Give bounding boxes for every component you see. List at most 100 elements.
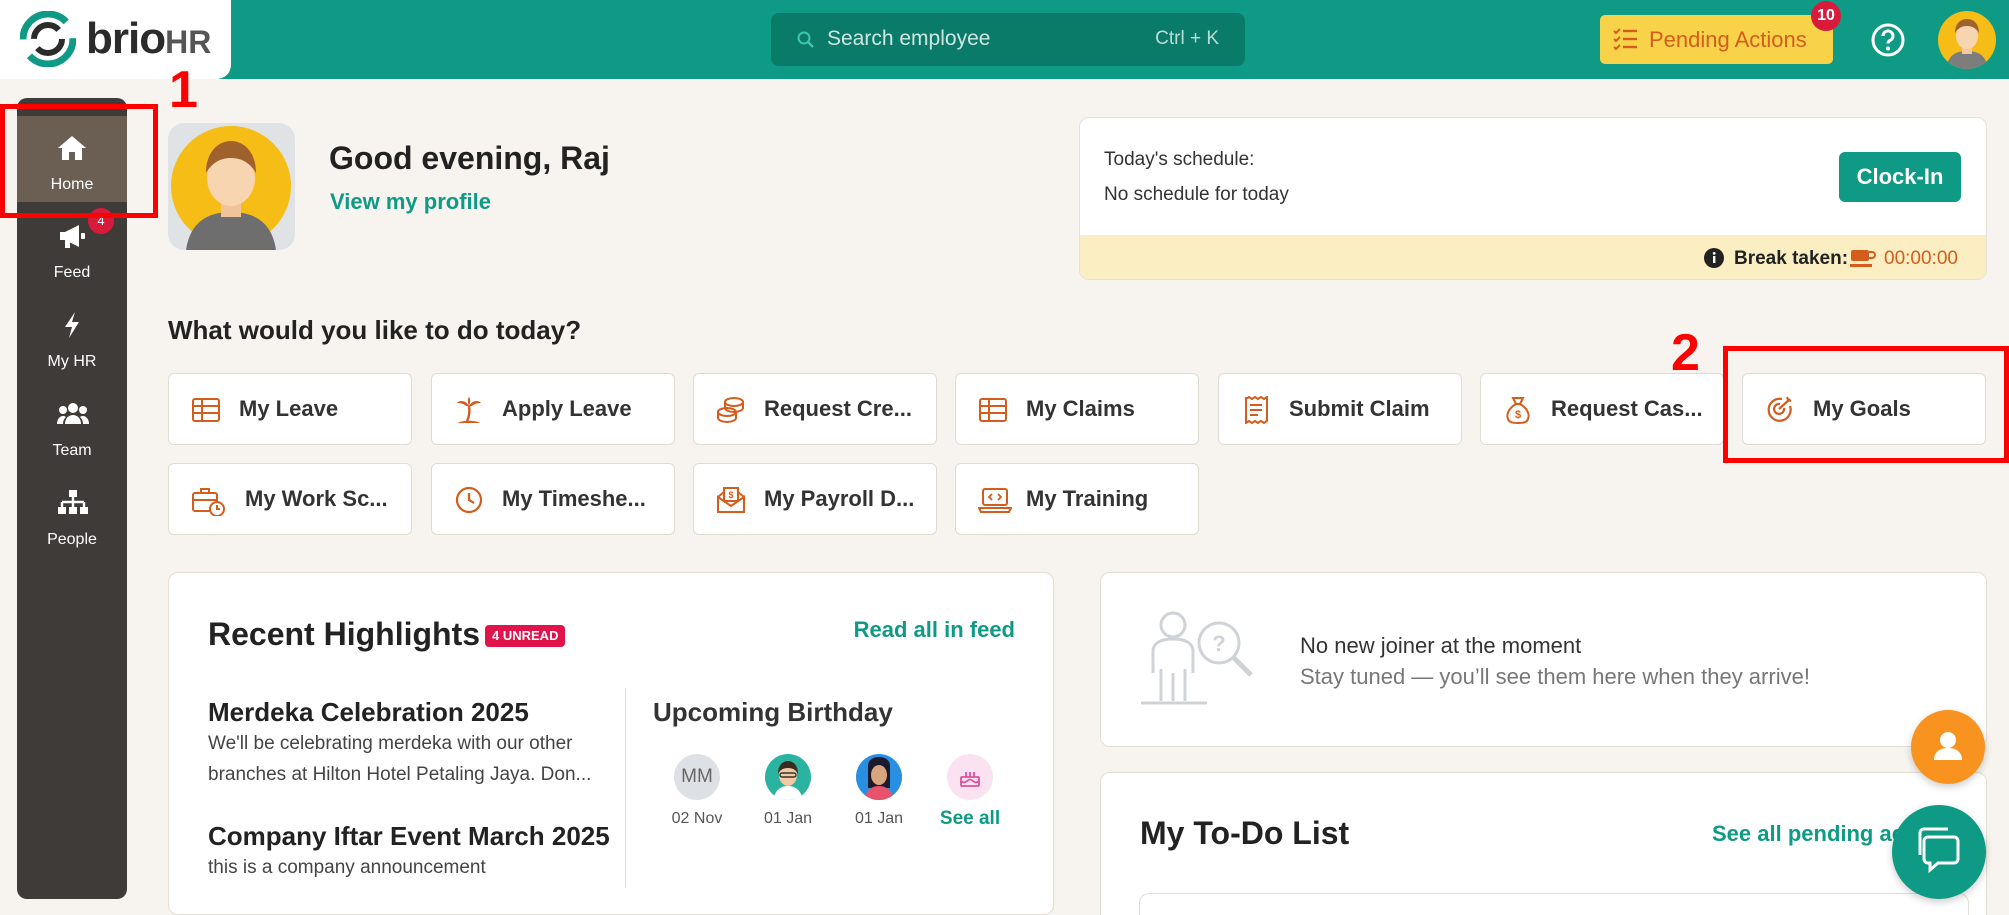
clock-in-button[interactable]: Clock-In: [1839, 152, 1961, 202]
birthday-person[interactable]: MM 02 Nov: [662, 754, 732, 828]
megaphone-icon: [60, 225, 85, 248]
tile-my-payroll[interactable]: $ My Payroll D...: [693, 463, 937, 535]
news-item-body: this is a company announcement: [208, 857, 486, 878]
birthday-person[interactable]: 01 Jan: [844, 754, 914, 828]
tile-label: My Payroll D...: [764, 486, 915, 511]
cake-icon: [947, 754, 993, 800]
tile-apply-leave[interactable]: Apply Leave: [431, 373, 675, 445]
tile-label: My Claims: [1026, 396, 1135, 421]
svg-text:?: ?: [1212, 631, 1225, 656]
sidebar-item-label: Team: [52, 442, 92, 459]
birthday-person[interactable]: 01 Jan: [753, 754, 823, 828]
news-item-title[interactable]: Company Iftar Event March 2025: [208, 821, 610, 852]
recent-highlights-card: Recent Highlights 4 UNREAD Read all in f…: [168, 572, 1054, 915]
tile-label: My Leave: [239, 396, 339, 421]
brand-suffix: HR: [165, 24, 212, 60]
user-avatar-image: [1946, 19, 1988, 69]
info-icon: [1704, 248, 1724, 268]
profile-float-button[interactable]: [1911, 710, 1985, 784]
pending-count-badge: 10: [1811, 1, 1841, 31]
schedule-title: Today's schedule:: [1104, 149, 1255, 170]
see-all-pending-link[interactable]: See all pending ac: [1712, 821, 1904, 847]
person-search-icon: ?: [1141, 611, 1253, 705]
tile-request-credit[interactable]: Request Cre...: [693, 373, 937, 445]
new-joiner-subtitle: Stay tuned — you’ll see them here when t…: [1300, 664, 1810, 689]
highlights-divider: [625, 688, 626, 888]
tile-label: Request Cre...: [764, 396, 912, 421]
todo-list-card: My To-Do List See all pending ac: [1100, 772, 1987, 915]
birthday-date: 02 Nov: [671, 810, 723, 827]
tile-label: My Training: [1026, 486, 1149, 511]
sidebar-item-label: Feed: [53, 264, 91, 281]
table-icon: [192, 398, 220, 422]
svg-text:$: $: [728, 490, 733, 500]
team-icon: [57, 403, 89, 424]
break-bar: Break taken: 00:00:00: [1080, 235, 1986, 279]
tile-label: Apply Leave: [502, 396, 632, 421]
avatar: [856, 754, 902, 800]
briefcase-clock-icon: [192, 488, 225, 516]
tile-submit-claim[interactable]: Submit Claim: [1218, 373, 1462, 445]
search-icon: [797, 31, 814, 48]
money-bag-icon: $: [1506, 397, 1530, 424]
sidebar-item-team[interactable]: Team: [17, 382, 127, 468]
news-item-body: branches at Hilton Hotel Petaling Jaya. …: [208, 764, 592, 785]
view-profile-link[interactable]: View my profile: [330, 189, 491, 215]
annotation-marker-2: 2: [1671, 324, 1700, 382]
schedule-detail: No schedule for today: [1104, 184, 1289, 205]
profile-avatar[interactable]: [168, 123, 295, 250]
checklist-icon: [1613, 28, 1637, 51]
tile-label: Submit Claim: [1289, 396, 1430, 421]
greeting-title: Good evening, Raj: [329, 140, 610, 176]
search-input[interactable]: Search employee Ctrl + K: [771, 13, 1245, 66]
tile-my-work-schedule[interactable]: My Work Sc...: [168, 463, 412, 535]
lightning-icon: [65, 312, 79, 338]
chat-icon: [1918, 827, 1960, 874]
search-shortcut: Ctrl + K: [1155, 28, 1219, 49]
pending-actions-label: Pending Actions: [1649, 27, 1807, 52]
avatar-image: [864, 757, 894, 800]
brand-name: brioHR: [86, 14, 212, 63]
svg-text:$: $: [1515, 409, 1521, 421]
coins-icon: [717, 397, 744, 424]
read-all-feed-link[interactable]: Read all in feed: [854, 617, 1015, 643]
see-all-birthdays-link[interactable]: See all: [935, 808, 1005, 830]
tile-request-cash[interactable]: $ Request Cas...: [1480, 373, 1724, 445]
receipt-icon: [1245, 396, 1268, 424]
news-item-title[interactable]: Merdeka Celebration 2025: [208, 697, 529, 728]
pending-actions-button[interactable]: Pending Actions 10: [1600, 1, 1841, 64]
avatar-image: [773, 761, 803, 800]
user-icon: [1934, 732, 1962, 760]
org-chart-icon: [58, 490, 88, 514]
tile-my-timesheet[interactable]: My Timeshe...: [431, 463, 675, 535]
top-bar: brioHR Search employee Ctrl + K Pending …: [0, 0, 2009, 79]
annotation-marker-1: 1: [169, 61, 198, 119]
sidebar-item-my-hr[interactable]: My HR: [17, 293, 127, 379]
tile-my-claims[interactable]: My Claims: [955, 373, 1199, 445]
payroll-envelope-icon: $: [717, 487, 745, 513]
break-label: Break taken:: [1734, 248, 1849, 269]
tile-my-leave[interactable]: My Leave: [168, 373, 412, 445]
sidebar-item-people[interactable]: People: [17, 471, 127, 557]
chat-float-button[interactable]: [1892, 805, 1986, 899]
birthday-see-all[interactable]: See all: [935, 754, 1005, 830]
table-icon: [979, 398, 1007, 422]
tile-my-training[interactable]: My Training: [955, 463, 1199, 535]
tile-label: Request Cas...: [1551, 396, 1703, 421]
user-avatar[interactable]: [1938, 11, 1996, 69]
avatar: [765, 754, 811, 800]
coffee-cup-icon: [1850, 250, 1876, 267]
annotation-box-my-goals: [1723, 346, 2009, 463]
initials-avatar: MM: [674, 754, 720, 800]
question-circle-icon[interactable]: [1870, 22, 1906, 58]
brio-logo-icon: [20, 11, 76, 67]
quick-actions-title: What would you like to do today?: [168, 315, 582, 345]
sidebar-item-label: People: [47, 531, 97, 548]
birthday-date: 01 Jan: [763, 810, 813, 827]
tile-label: My Timeshe...: [502, 486, 646, 511]
sidebar-item-label: My HR: [47, 353, 97, 370]
profile-avatar-image: [171, 126, 291, 250]
unread-badge: 4 UNREAD: [485, 625, 566, 647]
search-placeholder: Search employee: [827, 27, 991, 50]
new-joiner-title: No new joiner at the moment: [1300, 633, 1582, 658]
